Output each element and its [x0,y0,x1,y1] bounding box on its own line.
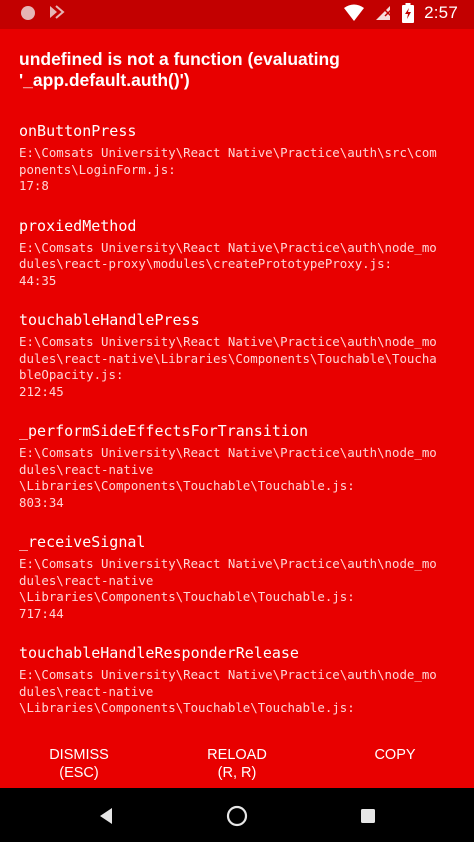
status-right-icons: 2:57 [344,3,458,23]
recents-icon[interactable] [356,804,380,828]
status-left-icons [20,4,66,22]
back-icon[interactable] [94,804,118,828]
battery-charging-icon [402,3,415,23]
notification-icon [48,4,66,22]
reload-button[interactable]: RELOAD (R, R) [192,746,282,782]
frame-method: touchableHandlePress [19,311,200,329]
dismiss-button[interactable]: DISMISS (ESC) [34,746,124,782]
wifi-icon [344,4,365,22]
button-bar: DISMISS (ESC) RELOAD (R, R) COPY [0,736,474,788]
dismiss-shortcut: (ESC) [59,765,99,781]
home-icon[interactable] [225,804,249,828]
reload-label: RELOAD [207,747,267,763]
frame-path: E:\Comsats University\React Native\Pract… [19,556,437,621]
frame-method: _receiveSignal [19,533,146,551]
navigation-bar [0,788,474,842]
frame-path: E:\Comsats University\React Native\Pract… [19,239,437,288]
error-content[interactable]: undefined is not a function (evaluating … [0,29,474,736]
no-sim-icon [374,4,392,22]
stack-frame[interactable]: touchableHandleResponderRelease E:\Comsa… [19,643,439,717]
error-title: undefined is not a function (evaluating … [19,49,340,90]
stack-frame[interactable]: touchableHandlePress E:\Comsats Universi… [19,310,439,400]
frame-method: touchableHandleResponderRelease [19,644,299,662]
stack-frame[interactable]: _receiveSignal E:\Comsats University\Rea… [19,532,439,622]
stack-frame[interactable]: _performSideEffectsForTransition E:\Coms… [19,421,439,511]
copy-label: COPY [374,747,416,763]
status-bar: 2:57 [0,0,474,29]
stack-frame[interactable]: onButtonPress E:\Comsats University\Reac… [19,121,439,195]
copy-button[interactable]: COPY [360,746,430,764]
stack-trace: onButtonPress E:\Comsats University\Reac… [19,121,439,736]
status-time: 2:57 [424,3,458,22]
dismiss-label: DISMISS [49,747,109,763]
frame-path: E:\Comsats University\React Native\Pract… [19,334,437,399]
frame-path: E:\Comsats University\React Native\Pract… [19,445,437,510]
frame-method: onButtonPress [19,122,137,140]
frame-path: E:\Comsats University\React Native\Pract… [19,667,437,715]
frame-method: _performSideEffectsForTransition [19,422,308,440]
stack-frame[interactable]: proxiedMethod E:\Comsats University\Reac… [19,216,439,290]
circle-icon [20,5,36,21]
reload-shortcut: (R, R) [217,765,257,781]
frame-method: proxiedMethod [19,216,137,235]
frame-path: E:\Comsats University\React Native\Pract… [19,145,437,193]
